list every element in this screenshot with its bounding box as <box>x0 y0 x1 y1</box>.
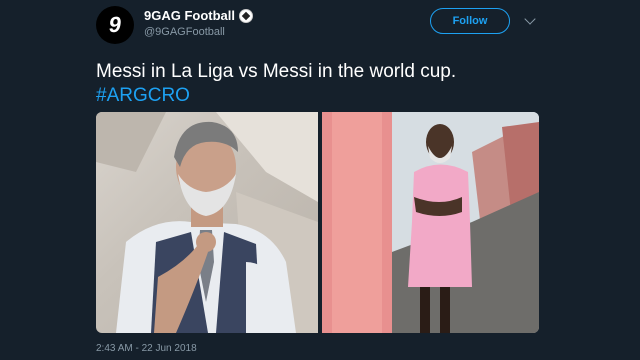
avatar-logo: 9 <box>107 12 123 37</box>
photo-left-illustration <box>96 112 318 333</box>
tweet-timestamp[interactable]: 2:43 AM - 22 Jun 2018 <box>96 343 197 354</box>
display-name-text: 9GAG Football <box>144 8 235 23</box>
photo-left[interactable] <box>96 112 318 333</box>
chevron-down-icon[interactable] <box>524 13 536 25</box>
tweet-text: Messi in La Liga vs Messi in the world c… <box>96 61 457 82</box>
user-name[interactable]: 9GAG Football <box>144 8 253 23</box>
photo-right-illustration <box>322 112 539 333</box>
football-icon <box>239 8 253 23</box>
photo-right[interactable] <box>322 112 539 333</box>
user-handle[interactable]: @9GAGFootball <box>144 26 225 38</box>
hashtag-link[interactable]: #ARGCRO <box>96 84 190 108</box>
follow-button[interactable]: Follow <box>430 8 510 34</box>
avatar[interactable]: 9 <box>96 6 134 44</box>
